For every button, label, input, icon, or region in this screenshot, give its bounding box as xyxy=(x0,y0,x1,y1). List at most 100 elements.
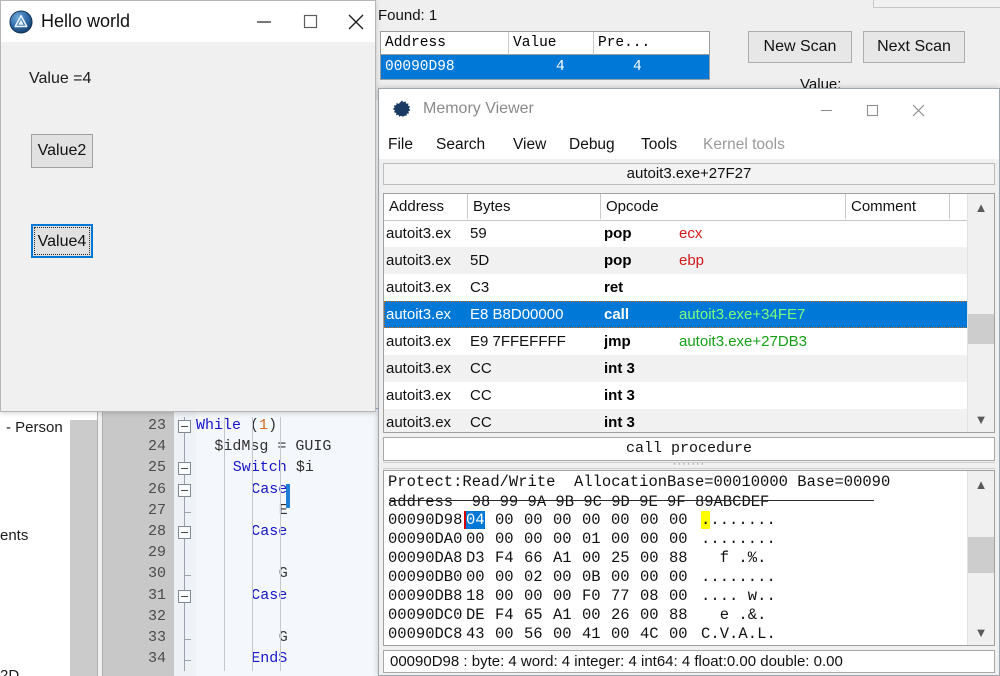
memory-viewer-maximize-button[interactable] xyxy=(849,89,895,131)
hex-byte[interactable]: 02 xyxy=(524,568,543,586)
hex-ascii-char[interactable]: . xyxy=(757,587,766,605)
disassembly-row[interactable]: autoit3.ex 59 pop ecx xyxy=(384,220,994,247)
code-line[interactable]: Switch $i xyxy=(233,459,314,476)
disasm-col-comment[interactable]: Comment xyxy=(846,194,950,219)
fold-toggle[interactable] xyxy=(178,483,191,497)
hex-ascii-char[interactable]: . xyxy=(729,568,738,586)
hex-ascii-char[interactable] xyxy=(701,606,710,624)
disassembler-panel[interactable]: Address Bytes Opcode Comment autoit3.ex 5… xyxy=(383,193,995,433)
hex-byte[interactable]: 00 xyxy=(582,549,601,567)
hex-byte[interactable]: 00 xyxy=(495,530,514,548)
menu-file[interactable]: File xyxy=(388,134,413,156)
disassembly-row[interactable]: autoit3.ex E9 7FFEFFFF jmp autoit3.exe+27DB… xyxy=(384,328,994,355)
hex-byte[interactable]: 26 xyxy=(611,606,630,624)
hex-ascii-char[interactable]: . xyxy=(766,530,775,548)
hex-byte[interactable]: 00 xyxy=(669,568,688,586)
scan-col-value[interactable]: Value xyxy=(509,32,594,55)
fold-toggle[interactable] xyxy=(178,526,191,539)
hex-ascii-char[interactable]: & xyxy=(748,606,757,624)
hex-byte[interactable]: 00 xyxy=(553,530,572,548)
hex-ascii-char[interactable]: A xyxy=(738,625,747,643)
hex-ascii-char[interactable]: . xyxy=(748,568,757,586)
hex-scroll-up-icon[interactable]: ▲ xyxy=(968,471,994,497)
hex-ascii-char[interactable]: . xyxy=(766,568,775,586)
hex-byte[interactable]: 00 xyxy=(640,511,659,529)
hex-ascii-char[interactable]: w xyxy=(748,587,757,605)
disassembler-scrollbar[interactable]: ▲ ▼ xyxy=(967,194,994,432)
disassembly-row[interactable]: autoit3.ex CC int 3 xyxy=(384,382,994,409)
hex-byte[interactable]: 00 xyxy=(611,568,630,586)
hex-byte[interactable]: 56 xyxy=(524,625,543,643)
scrollbar-thumb[interactable] xyxy=(968,314,994,344)
hex-byte[interactable]: 00 xyxy=(466,530,485,548)
hex-byte[interactable]: A1 xyxy=(553,549,572,567)
disassembly-row[interactable]: autoit3.ex CC int 3 xyxy=(384,355,994,382)
hex-ascii-char[interactable]: . xyxy=(710,568,719,586)
hex-ascii-char[interactable]: . xyxy=(738,568,747,586)
hex-scroll-down-icon[interactable]: ▼ xyxy=(968,619,994,645)
new-scan-button[interactable]: New Scan xyxy=(748,31,852,63)
hex-byte[interactable]: 00 xyxy=(553,511,572,529)
hex-ascii-char[interactable] xyxy=(729,606,738,624)
memory-viewer-titlebar[interactable]: Memory Viewer xyxy=(379,89,999,131)
value4-button[interactable]: Value4 xyxy=(31,224,93,258)
hex-byte[interactable]: 00 xyxy=(553,587,572,605)
scan-type-field[interactable] xyxy=(873,0,1000,8)
hex-ascii-char[interactable]: . xyxy=(710,625,719,643)
hex-byte[interactable]: 41 xyxy=(582,625,601,643)
fold-toggle[interactable] xyxy=(178,589,191,603)
disassembly-row[interactable]: autoit3.ex C3 ret xyxy=(384,274,994,301)
next-scan-button[interactable]: Next Scan xyxy=(863,31,965,63)
hex-ascii-char[interactable]: . xyxy=(748,511,757,529)
hex-ascii-char[interactable]: . xyxy=(757,530,766,548)
hex-ascii-char[interactable] xyxy=(738,587,747,605)
hex-byte[interactable]: 0B xyxy=(582,568,601,586)
hex-byte[interactable]: F4 xyxy=(495,549,514,567)
hex-ascii-char[interactable]: . xyxy=(710,511,719,529)
hex-byte[interactable]: 00 xyxy=(669,530,688,548)
code-line[interactable]: Case xyxy=(251,481,287,498)
hex-byte[interactable]: 00 xyxy=(640,606,659,624)
disasm-col-opcode[interactable]: Opcode xyxy=(601,194,846,219)
disasm-col-address[interactable]: Address xyxy=(384,194,468,219)
code-editor-pane[interactable]: 23 24 25 26 27 28 29 30 31 32 33 34 While (1) $idMsg… xyxy=(103,409,380,676)
code-line[interactable]: While (1) xyxy=(196,417,277,434)
hex-ascii-char[interactable]: . xyxy=(748,530,757,548)
hex-byte[interactable]: 00 xyxy=(640,568,659,586)
hex-ascii-char[interactable]: . xyxy=(757,606,766,624)
hex-byte[interactable]: 77 xyxy=(611,587,630,605)
hex-ascii-char[interactable] xyxy=(729,549,738,567)
hex-ascii-char[interactable]: . xyxy=(766,625,775,643)
hex-scrollbar[interactable]: ▲ ▼ xyxy=(967,471,994,645)
hex-scrollbar-thumb[interactable] xyxy=(968,537,994,573)
value2-button[interactable]: Value2 xyxy=(31,134,93,168)
menu-search[interactable]: Search xyxy=(436,134,485,156)
hex-ascii-char[interactable]: V xyxy=(720,625,729,643)
hex-ascii-char[interactable] xyxy=(710,549,719,567)
hex-byte[interactable]: 4C xyxy=(640,625,659,643)
hex-byte[interactable]: 43 xyxy=(466,625,485,643)
disasm-col-bytes[interactable]: Bytes xyxy=(468,194,601,219)
scan-col-previous[interactable]: Pre... xyxy=(594,32,709,55)
hello-world-minimize-button[interactable] xyxy=(241,1,287,42)
scan-result-row[interactable]: 00090D98 4 4 xyxy=(381,55,709,79)
hex-byte[interactable]: 04 xyxy=(466,511,485,529)
hex-byte[interactable]: 00 xyxy=(466,568,485,586)
hex-ascii-char[interactable]: . xyxy=(729,625,738,643)
hex-byte[interactable]: 00 xyxy=(495,625,514,643)
hex-ascii-char[interactable]: % xyxy=(748,549,757,567)
hex-ascii-char[interactable]: . xyxy=(738,549,747,567)
hex-ascii-char[interactable]: . xyxy=(738,511,747,529)
hex-ascii-char[interactable]: L xyxy=(757,625,766,643)
scan-col-address[interactable]: Address xyxy=(381,32,509,55)
panel-splitter[interactable] xyxy=(383,462,995,469)
hello-world-titlebar[interactable]: Hello world xyxy=(1,1,375,42)
disassembly-row[interactable]: autoit3.ex E8 B8D00000 call autoit3.exe+34F… xyxy=(384,301,994,328)
hex-ascii-char[interactable] xyxy=(701,549,710,567)
scan-results-table[interactable]: Address Value Pre... 00090D98 4 4 xyxy=(380,31,710,80)
hex-ascii-char[interactable]: . xyxy=(757,568,766,586)
hex-byte[interactable]: 00 xyxy=(553,568,572,586)
hex-byte[interactable]: 18 xyxy=(466,587,485,605)
hex-ascii-char[interactable]: . xyxy=(710,530,719,548)
hex-byte[interactable]: A1 xyxy=(553,606,572,624)
